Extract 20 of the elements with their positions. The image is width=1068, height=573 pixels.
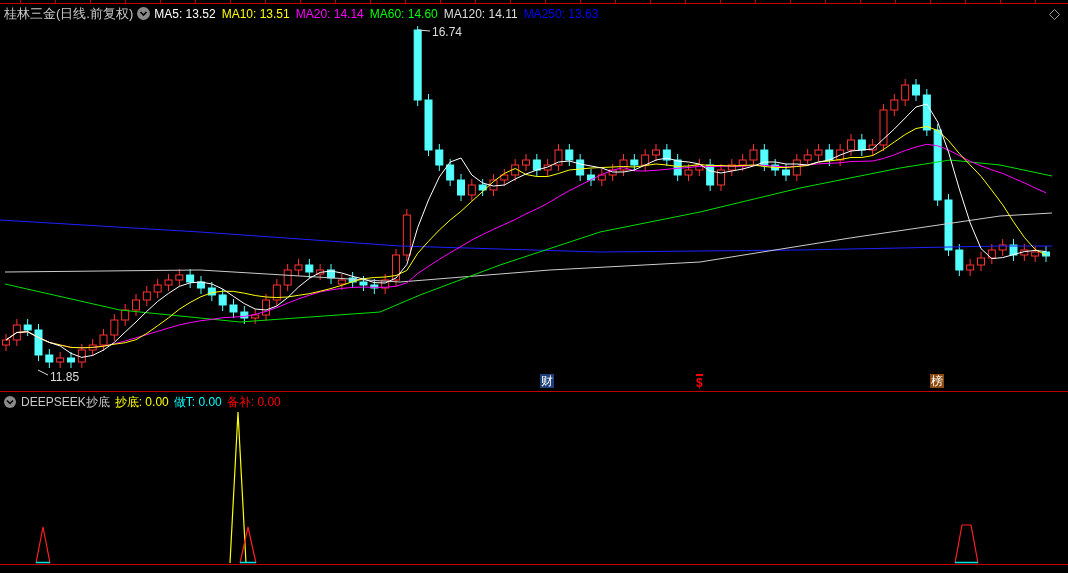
indicator-value: 备补: 0.00 — [226, 394, 281, 411]
leader-line — [37, 369, 49, 376]
event-badge[interactable]: 财 — [540, 374, 554, 388]
moving-average-value: MA10: 13.51 — [221, 5, 290, 23]
moving-average-value: MA5: 13.52 — [154, 5, 216, 23]
low-price-label: 11.85 — [50, 369, 80, 386]
stock-title: 桂林三金(日线.前复权) — [4, 4, 134, 23]
moving-average-value: MA120: 14.11 — [443, 5, 518, 23]
chevron-down-icon[interactable] — [137, 7, 151, 20]
high-price-label: 16.74 — [432, 24, 463, 41]
diamond-icon[interactable] — [1049, 9, 1060, 20]
indicator-value: 做T: 0.00 — [173, 394, 222, 411]
moving-average-value: MA60: 14.60 — [369, 5, 438, 23]
leader-line — [417, 29, 431, 32]
event-badge[interactable]: 榜 — [930, 374, 944, 388]
moving-average-value: MA250: 13.63 — [523, 5, 599, 23]
chevron-down-icon[interactable] — [4, 396, 16, 408]
indicator-value: 抄底: 0.00 — [114, 394, 169, 411]
moving-average-value: MA20: 14.14 — [295, 5, 364, 23]
indicator-title: DEEPSEEK抄底 — [21, 394, 110, 411]
